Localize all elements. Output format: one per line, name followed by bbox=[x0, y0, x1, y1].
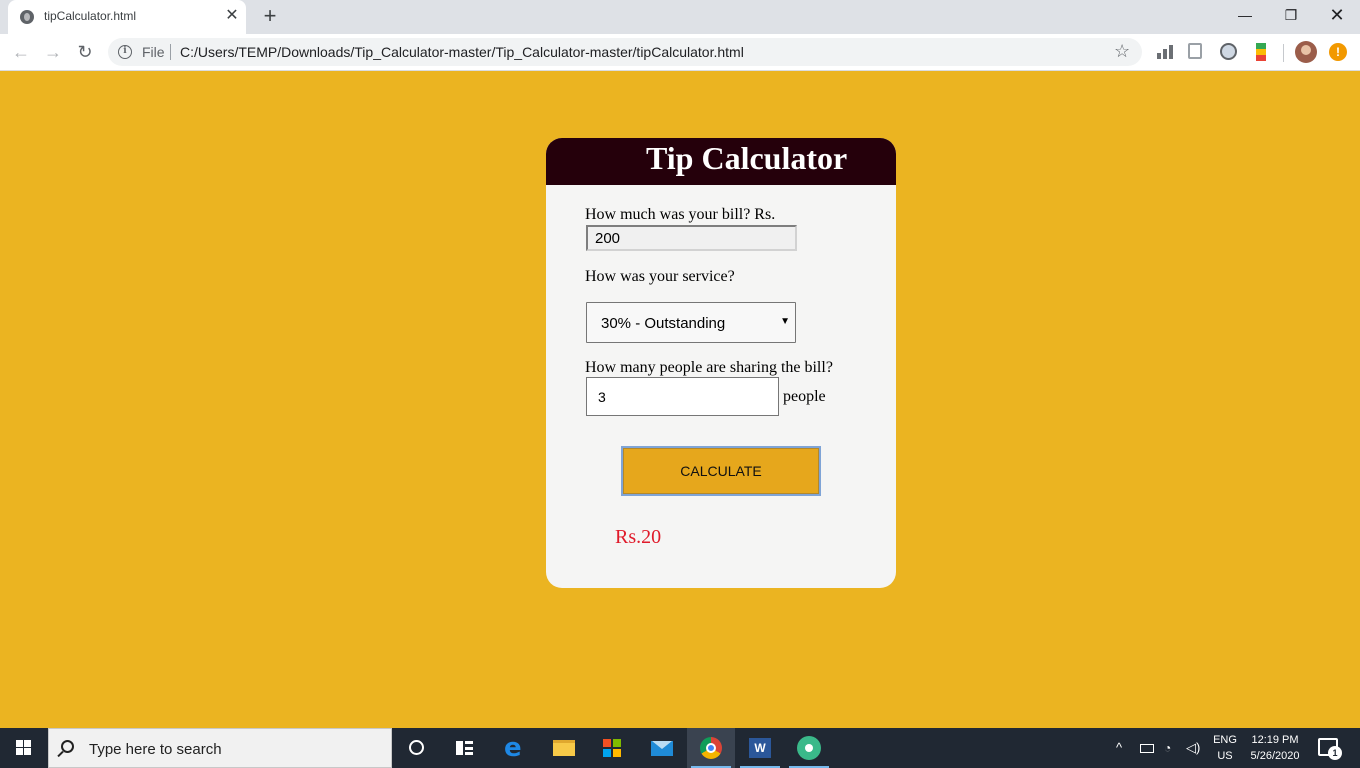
notification-count-badge: 1 bbox=[1328, 746, 1342, 760]
windows-taskbar: Type here to search e W ^ ◔ ◁) ENG US 12… bbox=[0, 728, 1360, 768]
battery-icon[interactable] bbox=[1140, 744, 1154, 753]
back-icon[interactable]: ← bbox=[8, 39, 34, 65]
info-icon[interactable]: i bbox=[118, 45, 132, 59]
reload-icon[interactable]: ↻ bbox=[72, 39, 98, 65]
calculate-button[interactable]: CALCULATE bbox=[621, 446, 821, 496]
store-icon[interactable] bbox=[588, 728, 636, 768]
clock-date: 5/26/2020 bbox=[1250, 750, 1300, 762]
cortana-icon[interactable] bbox=[392, 728, 440, 768]
service-selected-value: 30% - Outstanding bbox=[601, 315, 726, 332]
url-divider bbox=[170, 44, 171, 60]
url-scheme: File bbox=[142, 44, 165, 60]
mail-icon[interactable] bbox=[638, 728, 686, 768]
new-tab-button[interactable]: + bbox=[258, 4, 282, 28]
chrome-icon[interactable] bbox=[687, 728, 735, 768]
restore-button[interactable]: ❐ bbox=[1268, 0, 1314, 32]
tab-close-icon[interactable]: ✕ bbox=[224, 7, 240, 25]
atom-icon[interactable] bbox=[785, 728, 833, 768]
tab-strip: tipCalculator.html ✕ + — ❐ ✕ bbox=[0, 0, 1360, 34]
clock-time: 12:19 PM bbox=[1251, 734, 1299, 746]
chart-extension-icon[interactable] bbox=[1156, 43, 1174, 61]
system-clock[interactable]: 12:19 PM 5/26/2020 bbox=[1242, 732, 1308, 764]
task-view-icon[interactable] bbox=[440, 728, 488, 768]
taskbar-search-box[interactable]: Type here to search bbox=[48, 728, 392, 768]
browser-tab[interactable]: tipCalculator.html ✕ bbox=[8, 0, 246, 34]
dropdown-caret-icon: ▼ bbox=[780, 316, 790, 327]
windows-start-icon[interactable] bbox=[0, 728, 48, 768]
page-title: Tip Calculator bbox=[646, 140, 848, 176]
update-alert-icon[interactable]: ! bbox=[1329, 43, 1347, 61]
search-icon bbox=[61, 740, 74, 753]
tab-title: tipCalculator.html bbox=[44, 9, 137, 23]
bookmark-star-icon[interactable]: ☆ bbox=[1114, 41, 1130, 62]
forward-icon[interactable]: → bbox=[40, 39, 66, 65]
people-count-input[interactable] bbox=[586, 377, 779, 416]
language-indicator[interactable]: ENG US bbox=[1212, 732, 1238, 764]
search-placeholder: Type here to search bbox=[89, 741, 222, 758]
address-bar[interactable]: i File C:/Users/TEMP/Downloads/Tip_Calcu… bbox=[108, 38, 1142, 66]
browser-toolbar: ← → ↻ i File C:/Users/TEMP/Downloads/Tip… bbox=[0, 34, 1360, 71]
bill-amount-input[interactable] bbox=[586, 225, 797, 251]
url-text[interactable]: C:/Users/TEMP/Downloads/Tip_Calculator-m… bbox=[180, 44, 744, 60]
tray-overflow-icon[interactable]: ^ bbox=[1116, 740, 1122, 756]
toolbar-divider bbox=[1283, 44, 1284, 62]
sync-extension-icon[interactable] bbox=[1220, 43, 1237, 60]
service-label: How was your service? bbox=[585, 268, 735, 285]
card-header: Tip Calculator bbox=[546, 138, 896, 185]
volume-icon[interactable]: ◁) bbox=[1186, 740, 1200, 756]
color-extension-icon[interactable] bbox=[1256, 43, 1266, 61]
people-label: How many people are sharing the bill? bbox=[585, 359, 833, 376]
region-code: US bbox=[1217, 750, 1233, 762]
service-quality-select[interactable]: 30% - Outstanding ▼ bbox=[586, 302, 796, 343]
profile-avatar[interactable] bbox=[1295, 41, 1317, 63]
word-icon[interactable]: W bbox=[736, 728, 784, 768]
language-code: ENG bbox=[1213, 734, 1237, 746]
tip-result: Rs.20 bbox=[615, 526, 662, 548]
bill-label: How much was your bill? Rs. bbox=[585, 206, 776, 223]
minimize-button[interactable]: — bbox=[1222, 0, 1268, 32]
edge-icon[interactable]: e bbox=[490, 728, 538, 768]
wifi-icon[interactable]: ◔ bbox=[1164, 740, 1171, 756]
people-suffix: people bbox=[783, 388, 826, 405]
tip-calculator-card: Tip Calculator How much was your bill? R… bbox=[546, 138, 896, 588]
file-explorer-icon[interactable] bbox=[540, 728, 588, 768]
document-extension-icon[interactable] bbox=[1188, 43, 1202, 59]
close-window-button[interactable]: ✕ bbox=[1314, 0, 1360, 32]
globe-icon bbox=[20, 10, 34, 24]
